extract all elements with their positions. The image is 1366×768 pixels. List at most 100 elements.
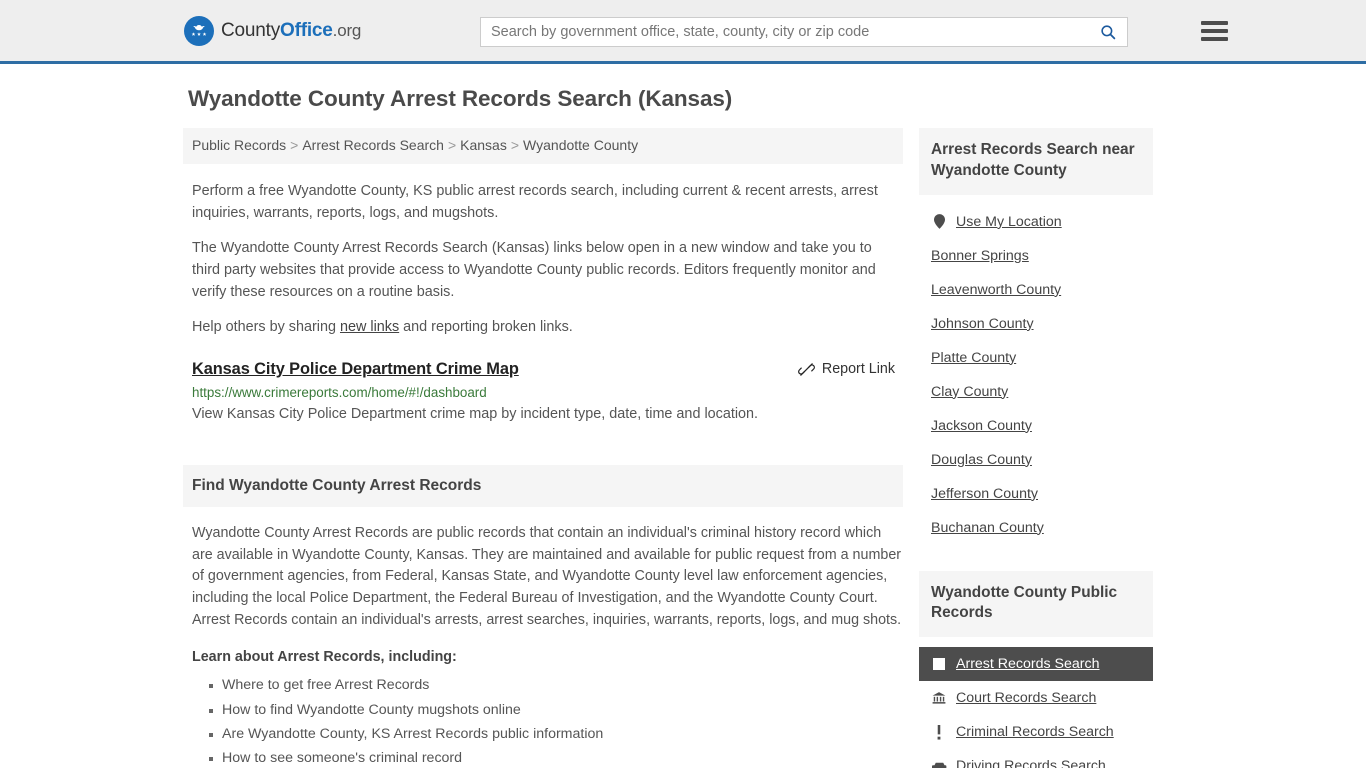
list-item: Clay County xyxy=(919,375,1153,409)
intro-paragraph-2: The Wyandotte County Arrest Records Sear… xyxy=(192,239,876,300)
nearby-search-box: Arrest Records Search near Wyandotte Cou… xyxy=(919,128,1153,545)
list-item: Jefferson County xyxy=(919,477,1153,511)
breadcrumb-item-kansas[interactable]: Kansas xyxy=(460,137,507,153)
list-item: Driving Records Search xyxy=(919,749,1153,768)
result-item: Kansas City Police Department Crime Map … xyxy=(192,360,903,425)
sidebar-item-label: Driving Records Search xyxy=(956,758,1106,768)
breadcrumb: Public Records > Arrest Records Search > Kan… xyxy=(183,128,903,164)
list-item: Douglas County xyxy=(919,443,1153,477)
result-title-link[interactable]: Kansas City Police Department Crime Map xyxy=(192,360,519,379)
sidebar-item-label: Douglas County xyxy=(931,451,1032,468)
list-item: Court Records Search xyxy=(919,681,1153,715)
public-records-box: Wyandotte County Public Records Arrest R… xyxy=(919,570,1153,768)
intro-text: Perform a free Wyandotte County, KS publ… xyxy=(183,180,903,338)
sidebar-item-label: Criminal Records Search xyxy=(956,724,1114,741)
exclamation-icon xyxy=(931,724,947,740)
list-item: How to see someone's criminal record xyxy=(209,746,903,768)
sidebar-item-arrest-records-search[interactable]: Arrest Records Search xyxy=(919,647,1153,682)
sidebar-item-criminal-records-search[interactable]: Criminal Records Search xyxy=(919,715,1153,749)
find-records-heading: Find Wyandotte County Arrest Records xyxy=(192,476,482,494)
sidebar-item-label: Clay County xyxy=(931,383,1009,400)
sidebar-item-label: Use My Location xyxy=(956,213,1062,230)
new-links-link[interactable]: new links xyxy=(340,319,399,335)
list-item: Johnson County xyxy=(919,307,1153,341)
breadcrumb-item-public-records[interactable]: Public Records xyxy=(192,137,286,153)
list-item: Leavenworth County xyxy=(919,273,1153,307)
breadcrumb-separator: > xyxy=(510,137,520,153)
list-item: Are Wyandotte County, KS Arrest Records … xyxy=(209,722,903,746)
sidebar-item-platte-county[interactable]: Platte County xyxy=(919,341,1153,375)
sidebar-item-johnson-county[interactable]: Johnson County xyxy=(919,307,1153,341)
sidebar-item-label: Leavenworth County xyxy=(931,281,1062,298)
list-item: Arrest Records Search xyxy=(919,647,1153,682)
report-link-button[interactable]: Report Link xyxy=(798,361,895,378)
map-pin-icon xyxy=(931,214,947,229)
search-bar xyxy=(480,17,1128,47)
share-text-before: Help others by sharing xyxy=(192,318,340,335)
list-item: Buchanan County xyxy=(919,511,1153,545)
site-logo-text: CountyOffice.org xyxy=(221,20,361,42)
sidebar-item-label: Arrest Records Search xyxy=(956,656,1100,673)
sidebar-item-court-records-search[interactable]: Court Records Search xyxy=(919,681,1153,715)
public-records-list: Arrest Records Search Court Records Sear… xyxy=(919,647,1153,768)
courthouse-icon xyxy=(931,691,947,705)
find-records-paragraph: Wyandotte County Arrest Records are publ… xyxy=(192,524,902,628)
find-records-section-body: Wyandotte County Arrest Records are publ… xyxy=(183,523,903,768)
broken-link-icon xyxy=(798,363,815,376)
learn-about-list: Where to get free Arrest Records How to … xyxy=(192,673,903,768)
sidebar-item-label: Court Records Search xyxy=(956,690,1097,707)
breadcrumb-separator: > xyxy=(447,137,457,153)
fingerprint-icon xyxy=(931,658,947,671)
sidebar-item-jackson-county[interactable]: Jackson County xyxy=(919,409,1153,443)
sidebar-item-label: Johnson County xyxy=(931,315,1034,332)
list-item: Bonner Springs xyxy=(919,239,1153,273)
sidebar-item-label: Platte County xyxy=(931,349,1017,366)
sidebar-item-douglas-county[interactable]: Douglas County xyxy=(919,443,1153,477)
sidebar-item-bonner-springs[interactable]: Bonner Springs xyxy=(919,239,1153,273)
intro-paragraph-3: Help others by sharing new links and rep… xyxy=(192,316,892,338)
sidebar-item-label: Jackson County xyxy=(931,417,1032,434)
learn-about-heading: Learn about Arrest Records, including: xyxy=(192,649,457,666)
brand-part-org: .org xyxy=(332,20,362,40)
sidebar-item-jefferson-county[interactable]: Jefferson County xyxy=(919,477,1153,511)
hamburger-menu-icon xyxy=(1201,21,1228,25)
car-icon xyxy=(931,761,947,768)
breadcrumb-item-arrest-records-search[interactable]: Arrest Records Search xyxy=(302,137,444,153)
hamburger-menu-button[interactable] xyxy=(1201,19,1228,43)
sidebar-item-leavenworth-county[interactable]: Leavenworth County xyxy=(919,273,1153,307)
public-records-header: Wyandotte County Public Records xyxy=(919,570,1153,638)
brand-part-office: Office xyxy=(280,19,333,41)
result-url[interactable]: https://www.crimereports.com/home/#!/das… xyxy=(192,385,903,400)
sidebar-item-clay-county[interactable]: Clay County xyxy=(919,375,1153,409)
sidebar-item-label: Buchanan County xyxy=(931,519,1044,536)
breadcrumb-separator: > xyxy=(290,137,299,153)
find-records-section-header: Find Wyandotte County Arrest Records xyxy=(183,464,903,507)
nearby-search-heading: Arrest Records Search near Wyandotte Cou… xyxy=(931,141,1135,179)
site-header: CountyOffice.org xyxy=(0,0,1366,64)
list-item: Platte County xyxy=(919,341,1153,375)
sidebar-item-label: Jefferson County xyxy=(931,485,1038,502)
list-item: How to find Wyandotte County mugshots on… xyxy=(209,698,903,722)
breadcrumb-item-wyandotte-county[interactable]: Wyandotte County xyxy=(523,137,638,153)
intro-paragraph-1: Perform a free Wyandotte County, KS publ… xyxy=(192,182,878,221)
page-title: Wyandotte County Arrest Records Search (… xyxy=(188,86,733,111)
list-item: Use My Location xyxy=(919,205,1153,239)
nearby-search-list: Use My Location Bonner Springs Leavenwor… xyxy=(919,205,1153,545)
share-text-after: and reporting broken links. xyxy=(399,318,573,335)
list-item: Criminal Records Search xyxy=(919,715,1153,749)
nearby-search-header: Arrest Records Search near Wyandotte Cou… xyxy=(919,128,1153,195)
search-input[interactable] xyxy=(481,18,1089,46)
search-icon xyxy=(1101,25,1116,40)
list-item: Jackson County xyxy=(919,409,1153,443)
page-container: Wyandotte County Arrest Records Search (… xyxy=(183,64,1183,768)
report-link-label: Report Link xyxy=(821,361,895,378)
sidebar-item-label: Bonner Springs xyxy=(931,247,1029,264)
main-content: Public Records > Arrest Records Search > Kan… xyxy=(183,128,903,768)
sidebar-item-buchanan-county[interactable]: Buchanan County xyxy=(919,511,1153,545)
sidebar-item-use-my-location[interactable]: Use My Location xyxy=(919,205,1153,239)
sidebar-item-driving-records-search[interactable]: Driving Records Search xyxy=(919,749,1153,768)
site-logo[interactable]: CountyOffice.org xyxy=(184,15,361,46)
list-item: Where to get free Arrest Records xyxy=(209,673,903,697)
sidebar: Arrest Records Search near Wyandotte Cou… xyxy=(919,128,1153,768)
search-button[interactable] xyxy=(1089,18,1127,46)
